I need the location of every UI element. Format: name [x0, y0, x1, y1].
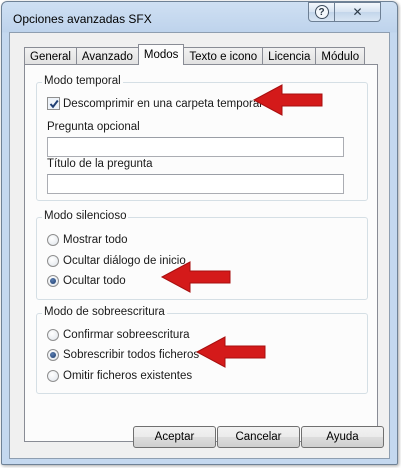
question-title-label: Título de la pregunta	[47, 158, 153, 170]
accept-button[interactable]: Aceptar	[133, 426, 216, 448]
radio-skip-existing[interactable]: Omitir ficheros existentes	[47, 370, 192, 382]
group-legend: Modo de sobreescritura	[42, 306, 167, 318]
red-arrow-icon	[160, 261, 231, 293]
radio-circle[interactable]	[47, 255, 59, 267]
optional-question-input[interactable]	[47, 137, 344, 157]
help-title-button[interactable]: ?	[308, 2, 335, 22]
window-title: Opciones avanzadas SFX	[13, 12, 152, 26]
tab-modos[interactable]: Modos	[137, 44, 185, 65]
dialog-client-area: General Avanzado Modos Texto e icono Lic…	[9, 32, 390, 459]
tab-licencia[interactable]: Licencia	[262, 47, 317, 65]
optional-question-label: Pregunta opcional	[47, 121, 140, 133]
radio-overwrite-all[interactable]: Sobrescribir todos ficheros	[47, 349, 199, 361]
radio-selected-dot	[50, 352, 56, 358]
radio-label: Sobrescribir todos ficheros	[63, 349, 200, 361]
red-arrow-icon	[252, 84, 323, 116]
radio-selected-dot	[50, 278, 56, 284]
radio-hide-all[interactable]: Ocultar todo	[47, 275, 126, 287]
dialog-window: Opciones avanzadas SFX ? ✕ General Avanz…	[1, 1, 398, 465]
tab-modulo[interactable]: Módulo	[315, 47, 366, 65]
checkbox-box[interactable]	[47, 97, 60, 110]
tab-strip: General Avanzado Modos Texto e icono Lic…	[24, 44, 366, 65]
group-legend: Modo temporal	[42, 75, 123, 87]
question-title-input[interactable]	[47, 174, 344, 194]
extract-temp-checkbox[interactable]: Descomprimir en una carpeta temporal	[47, 97, 262, 110]
tab-avanzado[interactable]: Avanzado	[75, 47, 139, 65]
checkbox-label: Descomprimir en una carpeta temporal	[63, 97, 262, 110]
radio-circle[interactable]	[47, 234, 59, 246]
radio-label: Mostrar todo	[63, 234, 128, 246]
radio-circle[interactable]	[47, 370, 59, 382]
radio-label: Confirmar sobreescritura	[63, 329, 190, 341]
radio-circle[interactable]	[47, 329, 59, 341]
close-title-button[interactable]: ✕	[335, 2, 381, 22]
group-legend: Modo silencioso	[42, 210, 129, 222]
question-mark-icon: ?	[314, 5, 329, 19]
radio-label: Omitir ficheros existentes	[63, 370, 193, 382]
radio-show-all[interactable]: Mostrar todo	[47, 234, 128, 246]
red-arrow-icon	[195, 336, 266, 368]
tab-texto-e-icono[interactable]: Texto e icono	[183, 47, 264, 65]
radio-circle[interactable]	[47, 275, 59, 287]
close-icon: ✕	[352, 5, 363, 19]
tab-panel-modos: Modo temporal Descomprimir en una carpet…	[24, 64, 378, 442]
radio-label: Ocultar todo	[63, 275, 126, 287]
tab-general[interactable]: General	[24, 47, 77, 65]
checkmark-icon	[49, 99, 59, 108]
help-button[interactable]: Ayuda	[301, 426, 384, 448]
cancel-button[interactable]: Cancelar	[217, 426, 300, 448]
radio-confirm-overwrite[interactable]: Confirmar sobreescritura	[47, 329, 190, 341]
radio-circle[interactable]	[47, 349, 59, 361]
